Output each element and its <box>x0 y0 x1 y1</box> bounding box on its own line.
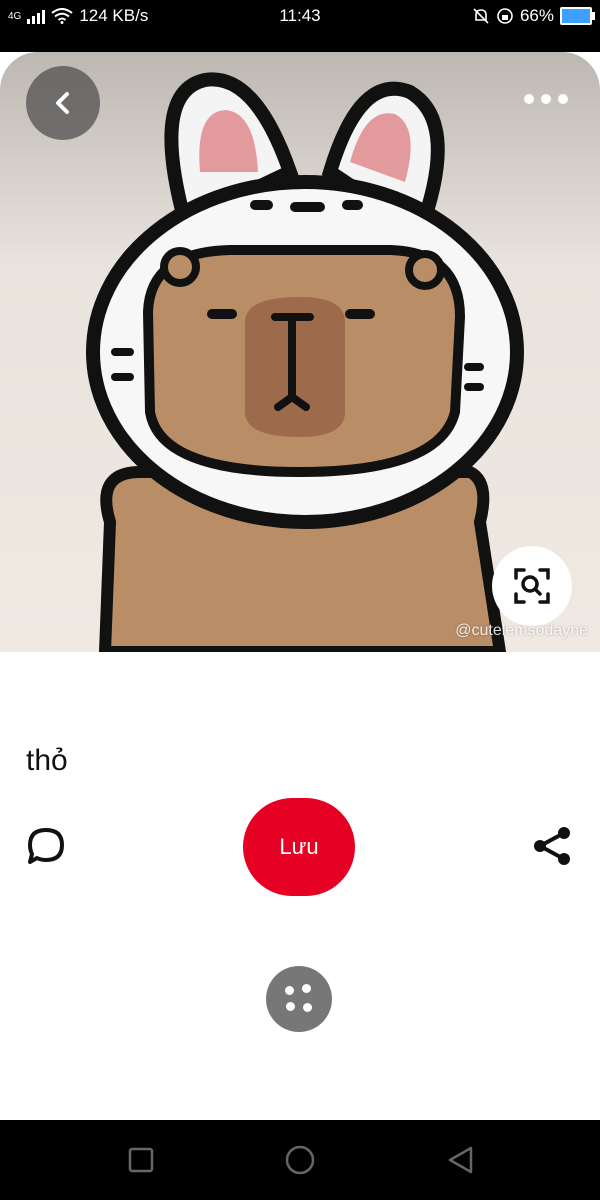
chevron-left-icon <box>56 92 69 114</box>
pin-image[interactable]: @cutelemsodayne <box>0 52 600 652</box>
more-ideas-icon <box>302 984 311 993</box>
pin-title: thỏ <box>26 744 68 777</box>
back-button[interactable] <box>26 66 100 140</box>
status-right: 66% <box>472 6 595 26</box>
more-ideas-button[interactable] <box>266 966 332 1032</box>
more-ideas-icon <box>285 986 294 995</box>
share-icon <box>534 827 570 865</box>
more-ideas-icon <box>303 1003 312 1012</box>
tiktok-watermark: @cutelemsodayne <box>455 622 588 639</box>
save-button[interactable]: Lưu <box>243 798 355 896</box>
mute-bell-icon <box>473 8 489 24</box>
more-horizontal-icon <box>558 94 568 104</box>
rotation-lock-icon <box>497 8 513 24</box>
system-nav-bar <box>0 1120 600 1200</box>
more-options-button[interactable] <box>524 90 568 108</box>
share-button[interactable] <box>530 824 574 868</box>
home-icon[interactable] <box>284 1144 316 1176</box>
status-bar: 4G 124 KB/s 11:43 66% <box>0 0 600 52</box>
pin-actions: Lưu <box>0 798 600 898</box>
visual-search-button[interactable] <box>492 546 572 626</box>
back-nav-icon[interactable] <box>446 1145 474 1175</box>
comment-icon <box>28 828 64 864</box>
comment-button[interactable] <box>24 824 68 868</box>
pin-detail-page: @cutelemsodayne thỏ Lưu <box>0 52 600 1120</box>
battery-icon <box>560 7 595 25</box>
more-ideas-icon <box>286 1002 295 1011</box>
more-horizontal-icon <box>524 94 534 104</box>
recents-icon[interactable] <box>127 1146 155 1174</box>
lens-search-icon <box>514 568 550 604</box>
more-horizontal-icon <box>541 94 551 104</box>
battery-percent: 66% <box>519 6 554 25</box>
pin-card: @cutelemsodayne thỏ Lưu <box>0 52 600 914</box>
